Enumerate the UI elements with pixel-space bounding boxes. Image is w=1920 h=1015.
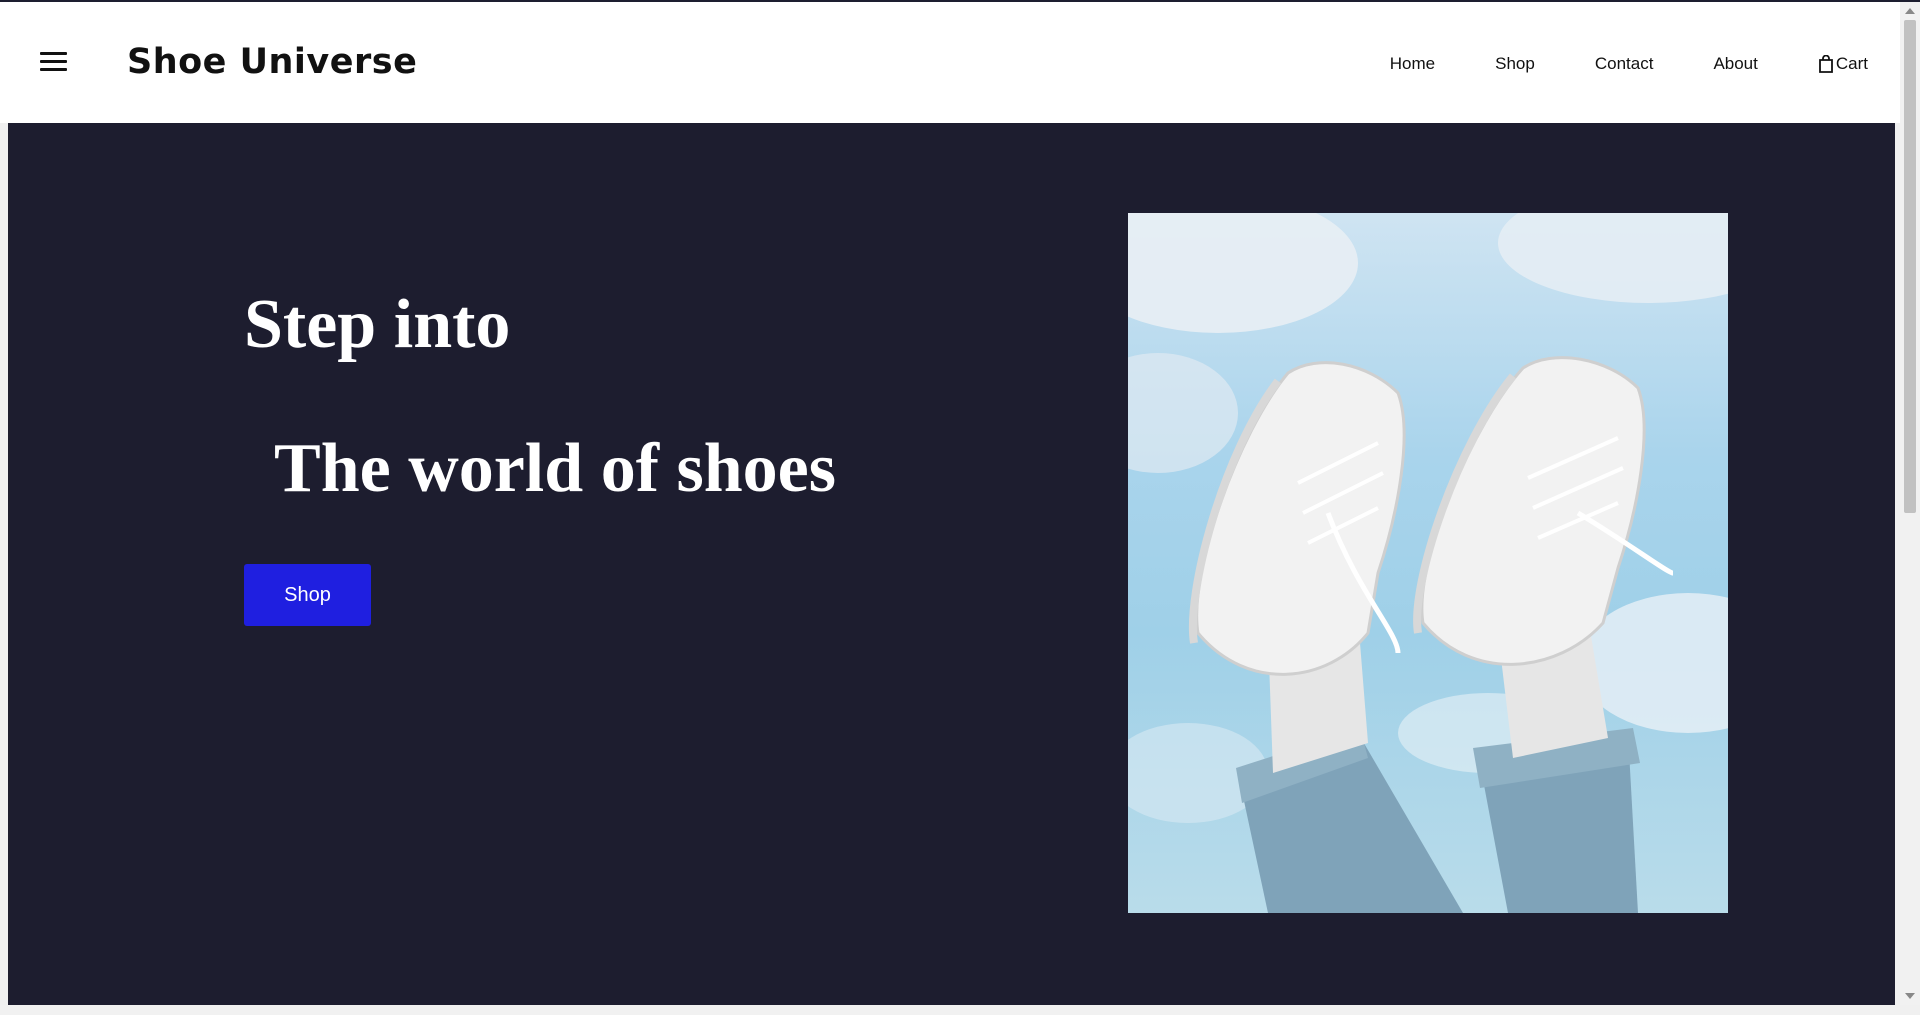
vertical-scrollbar[interactable] — [1900, 2, 1920, 1005]
nav-link-about[interactable]: About — [1713, 54, 1757, 74]
nav-link-shop[interactable]: Shop — [1495, 54, 1535, 74]
scroll-up-arrow-icon[interactable] — [1905, 8, 1915, 14]
hero-headline-line2: The world of shoes — [274, 430, 836, 507]
hero-headline-line1: Step into — [244, 286, 511, 363]
scrollbar-thumb[interactable] — [1904, 20, 1916, 513]
nav-link-contact[interactable]: Contact — [1595, 54, 1654, 74]
horizontal-scrollbar[interactable] — [0, 1005, 1900, 1015]
nav-link-home[interactable]: Home — [1390, 54, 1435, 74]
nav-links: Home Shop Contact About Cart — [1330, 54, 1868, 74]
sneakers-photo — [1128, 213, 1728, 913]
brand-logo[interactable]: Shoe Universe — [127, 42, 417, 82]
hero-section: Step into The world of shoes Shop — [8, 123, 1895, 1005]
cart-label: Cart — [1835, 54, 1868, 73]
cart-link[interactable]: Cart — [1818, 54, 1868, 74]
hamburger-menu-icon[interactable] — [40, 48, 68, 72]
shop-button[interactable]: Shop — [244, 564, 371, 626]
sneakers-illustration — [1128, 213, 1728, 913]
navbar: Shoe Universe Home Shop Contact About Ca… — [0, 2, 1900, 123]
shopping-bag-icon — [1818, 55, 1833, 73]
scroll-down-arrow-icon[interactable] — [1905, 993, 1915, 999]
